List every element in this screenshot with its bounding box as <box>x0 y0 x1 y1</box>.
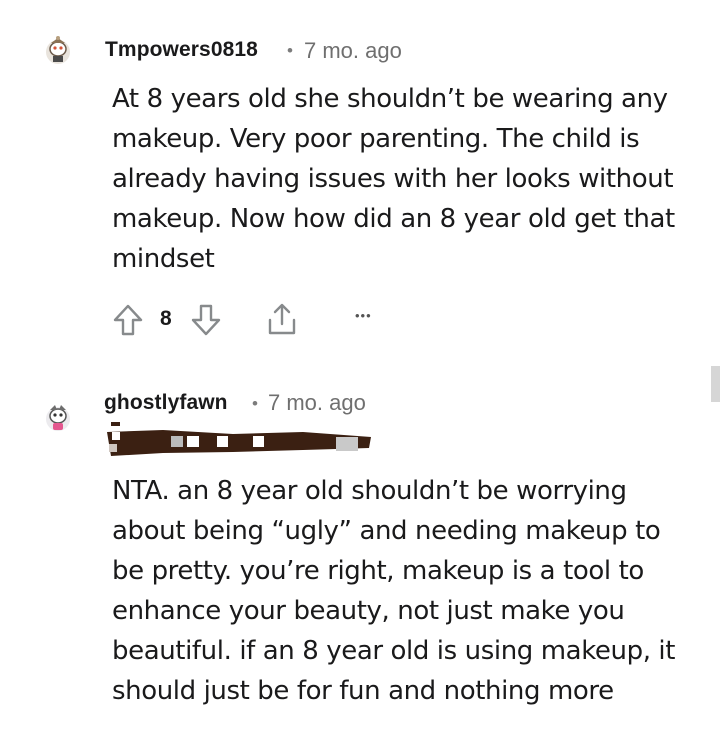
comment-body: At 8 years old she shouldn’t be wearing … <box>112 79 682 279</box>
avatar-icon[interactable] <box>43 402 73 434</box>
comment-line: beautiful. if an 8 year old is using mak… <box>112 636 676 666</box>
separator-dot: • <box>287 41 293 60</box>
redacted-flair <box>103 422 375 462</box>
comment-line: be pretty. you’re right, makeup is a too… <box>112 556 644 586</box>
avatar-icon[interactable] <box>43 34 73 66</box>
separator-dot: • <box>252 394 258 413</box>
arrow-down-icon[interactable] <box>190 303 222 342</box>
timestamp[interactable]: 7 mo. ago <box>268 390 366 416</box>
comment-body: NTA. an 8 year old shouldn’t be worrying… <box>112 471 682 711</box>
comment-line: makeup. Now how did an 8 year old get th… <box>112 204 675 234</box>
arrow-up-icon[interactable] <box>112 303 144 342</box>
comment-line: enhance your beauty, not just make you <box>112 596 625 626</box>
comment-line: NTA. an 8 year old shouldn’t be worrying <box>112 476 627 506</box>
comment-line: already having issues with her looks wit… <box>112 164 674 194</box>
username[interactable]: ghostlyfawn <box>104 391 228 415</box>
username[interactable]: Tmpowers0818 <box>105 38 258 62</box>
comment-line: mindset <box>112 244 215 274</box>
comment-line: At 8 years old she shouldn’t be wearing … <box>112 84 668 114</box>
vote-count: 8 <box>160 307 172 330</box>
comment-line: makeup. Very poor parenting. The child i… <box>112 124 640 154</box>
scrollbar-thumb[interactable] <box>711 366 720 402</box>
comment-line: should just be for fun and nothing more <box>112 676 614 706</box>
share-icon[interactable] <box>266 302 298 341</box>
timestamp[interactable]: 7 mo. ago <box>304 38 402 64</box>
more-icon[interactable]: ••• <box>355 308 372 323</box>
comment-line: about being “ugly” and needing makeup to <box>112 516 661 546</box>
